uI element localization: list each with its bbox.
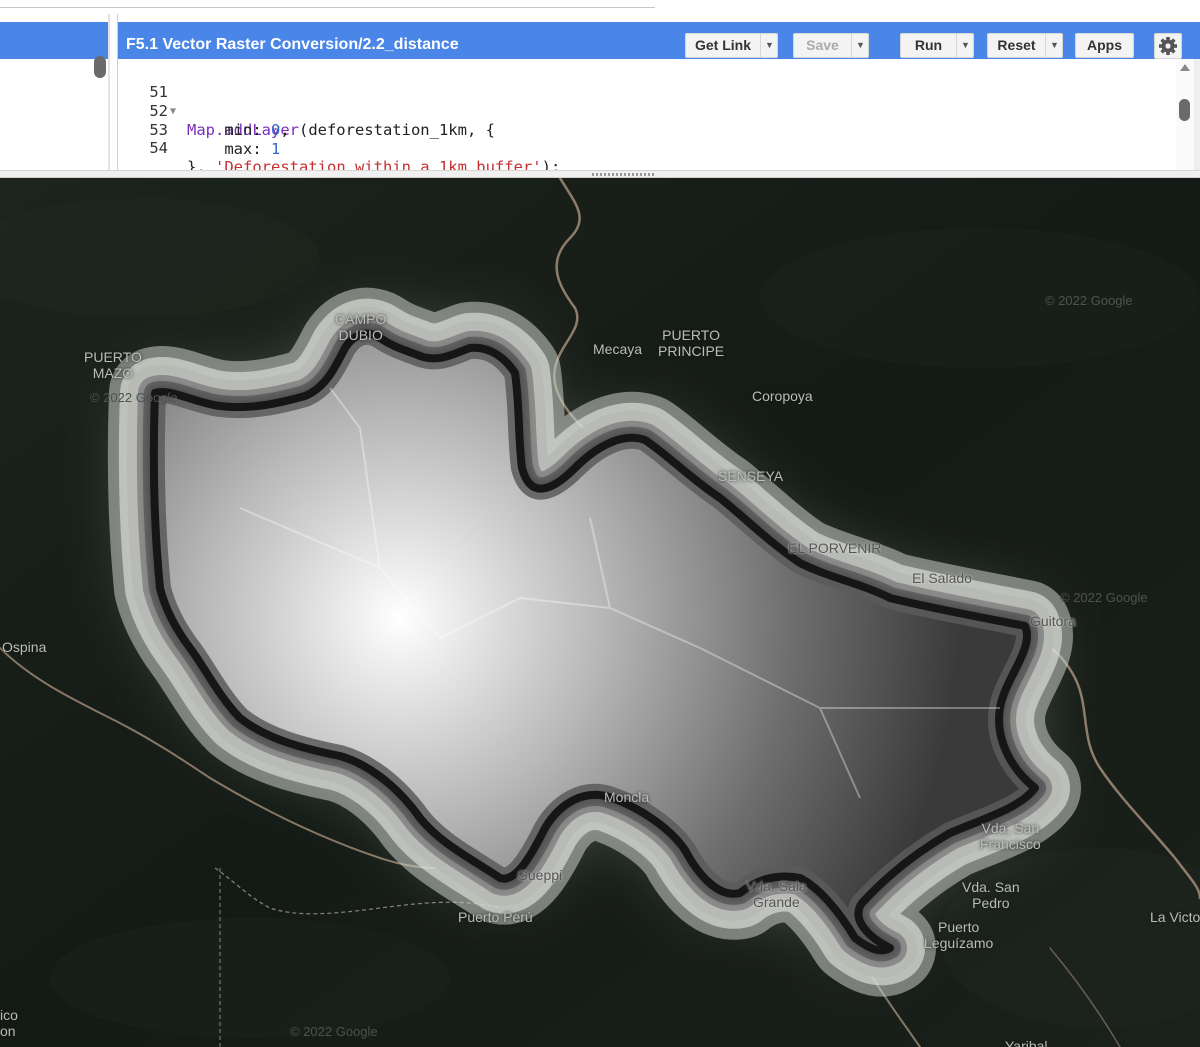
scroll-up-arrow-icon[interactable] [1180, 64, 1190, 71]
save-dropdown-icon[interactable]: ▼ [851, 34, 869, 57]
top-strip [0, 0, 1200, 14]
apps-label: Apps [1087, 37, 1122, 53]
place-vda-sala-grande[interactable]: Vda. Sala Grande [746, 878, 807, 910]
place-puerto-leguizamo[interactable]: Puerto Leguízamo [924, 919, 993, 951]
place-mecaya[interactable]: Mecaya [593, 341, 642, 357]
top-strip-line [0, 7, 655, 8]
run-label: Run [914, 37, 943, 53]
place-yaribal[interactable]: Yaribal [1005, 1038, 1048, 1047]
place-vda-san-francisco[interactable]: Vda. San Francisco [980, 820, 1041, 852]
save-label: Save [806, 37, 839, 53]
place-guitora[interactable]: Guitora [1030, 613, 1076, 629]
run-dropdown-icon[interactable]: ▼ [956, 34, 974, 57]
code-editor: F5.1 Vector Raster Conversion/2.2_distan… [118, 14, 1200, 176]
reset-dropdown-icon[interactable]: ▼ [1045, 34, 1063, 57]
place-campo-dubio[interactable]: CAMPO DUBIO [335, 311, 386, 343]
map-view[interactable]: CAMPO DUBIO PUERTO MAZO Mecaya PUERTO PRINC… [0, 178, 1200, 1047]
place-la-victoria[interactable]: La Victo [1150, 909, 1200, 925]
scripts-panel-divider[interactable] [108, 14, 110, 170]
get-link-dropdown-icon[interactable]: ▼ [760, 34, 778, 57]
map-watermark: © 2022 Google [290, 1024, 378, 1039]
code-line-51[interactable]: 51 ▼ Map.addLayer(deforestation_1km, { [118, 64, 1168, 139]
scripts-panel [0, 14, 118, 170]
place-vda-san-pedro[interactable]: Vda. San Pedro [962, 879, 1020, 911]
place-coropoya[interactable]: Coropoya [752, 388, 813, 404]
place-gueppi[interactable]: Gueppi [517, 867, 562, 883]
splitter-grip-icon[interactable] [592, 173, 656, 176]
scripts-panel-scrollbar[interactable] [94, 56, 106, 78]
get-link-label: Get Link [694, 37, 751, 53]
editor-scrollbar-thumb[interactable] [1179, 99, 1190, 121]
code-line-53[interactable]: 53 max: 1 [118, 102, 1168, 158]
scripts-panel-header [0, 22, 108, 59]
code-line-52[interactable]: 52 min: 0, [118, 83, 1168, 139]
script-title: F5.1 Vector Raster Conversion/2.2_distan… [126, 36, 459, 53]
place-el-porvenir[interactable]: EL PORVENIR [788, 540, 881, 556]
place-rico[interactable]: ico on [0, 1007, 18, 1039]
map-watermark: © 2022 Google [1060, 590, 1148, 605]
editor-title-bar: F5.1 Vector Raster Conversion/2.2_distan… [118, 22, 1200, 59]
place-el-salado[interactable]: El Salado [912, 570, 972, 586]
reset-label: Reset [997, 37, 1036, 53]
place-puerto-peru[interactable]: Puerto Perú [458, 909, 533, 925]
place-ospina[interactable]: Ospina [2, 639, 46, 655]
place-puerto-mazo[interactable]: PUERTO MAZO [84, 349, 142, 381]
map-watermark: © 2022 Google [1045, 293, 1133, 308]
panel-splitter[interactable] [0, 170, 1200, 178]
place-puerto-principe[interactable]: PUERTO PRINCIPE [658, 327, 724, 359]
editor-scrollbar-edge [1194, 59, 1200, 170]
code-line-54[interactable]: 54 }, 'Deforestation within a 1km buffer… [118, 120, 1168, 176]
place-moncla[interactable]: Moncla [604, 789, 649, 805]
map-canvas[interactable] [0, 178, 1200, 1047]
place-senseya[interactable]: SENSEYA [718, 468, 783, 484]
map-watermark: © 2022 Google [90, 390, 178, 405]
